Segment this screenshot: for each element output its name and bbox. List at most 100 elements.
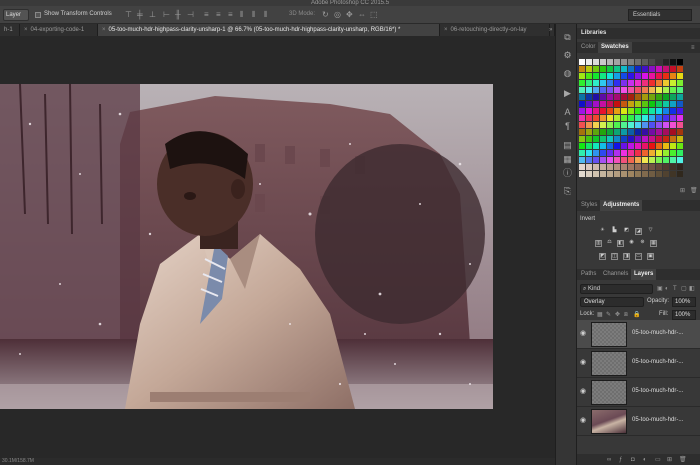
swatch[interactable] <box>642 143 648 149</box>
swatch[interactable] <box>607 129 613 135</box>
swatch[interactable] <box>663 101 669 107</box>
swatch[interactable] <box>649 171 655 177</box>
distribute-left-icon[interactable]: ⦀ <box>240 11 248 19</box>
swatch[interactable] <box>635 157 641 163</box>
swatch[interactable] <box>600 80 606 86</box>
swatch[interactable] <box>600 157 606 163</box>
swatch[interactable] <box>614 157 620 163</box>
swatch[interactable] <box>649 157 655 163</box>
swatch[interactable] <box>579 157 585 163</box>
gradient-map-icon[interactable]: ▭ <box>635 253 642 260</box>
swatch[interactable] <box>670 80 676 86</box>
swatch[interactable] <box>621 150 627 156</box>
new-swatch-icon[interactable]: ⊞ <box>680 188 686 194</box>
swatch[interactable] <box>614 108 620 114</box>
swatch[interactable] <box>642 122 648 128</box>
swatch[interactable] <box>656 129 662 135</box>
swatch[interactable] <box>600 73 606 79</box>
swatch[interactable] <box>600 171 606 177</box>
swatch[interactable] <box>600 150 606 156</box>
swatch[interactable] <box>614 136 620 142</box>
swatch[interactable] <box>621 101 627 107</box>
lock-transparency-icon[interactable]: ▦ <box>597 312 603 318</box>
swatch[interactable] <box>628 122 634 128</box>
group-icon[interactable]: ▭ <box>655 457 661 463</box>
tool-presets-icon[interactable]: ▦ <box>563 155 572 164</box>
color-lookup-icon[interactable]: ▦ <box>650 240 657 247</box>
swatch[interactable] <box>656 73 662 79</box>
swatch[interactable] <box>621 143 627 149</box>
swatch[interactable] <box>586 150 592 156</box>
distribute-bottom-icon[interactable]: ≡ <box>228 11 236 19</box>
swatch[interactable] <box>670 101 676 107</box>
swatch[interactable] <box>593 115 599 121</box>
tab-swatches[interactable]: Swatches <box>598 42 632 53</box>
swatch[interactable] <box>649 101 655 107</box>
swatch[interactable] <box>607 157 613 163</box>
swatch[interactable] <box>635 108 641 114</box>
swatch[interactable] <box>663 108 669 114</box>
swatch[interactable] <box>579 143 585 149</box>
swatch[interactable] <box>642 157 648 163</box>
doc-tab-active[interactable]: × 05-too-much-hdr-highpass-clarity-unshar… <box>98 24 440 36</box>
swatch[interactable] <box>642 66 648 72</box>
swatch[interactable] <box>635 94 641 100</box>
swatch[interactable] <box>663 94 669 100</box>
swatch[interactable] <box>586 164 592 170</box>
swatch[interactable] <box>656 136 662 142</box>
tab-channels[interactable]: Channels <box>600 269 631 280</box>
swatch[interactable] <box>656 171 662 177</box>
swatch[interactable] <box>656 115 662 121</box>
swatch[interactable] <box>670 129 676 135</box>
workspace-dropdown[interactable]: Essentials <box>628 9 692 21</box>
swatch[interactable] <box>579 101 585 107</box>
swatch[interactable] <box>635 136 641 142</box>
swatch[interactable] <box>649 122 655 128</box>
swatch[interactable] <box>621 115 627 121</box>
swatch[interactable] <box>621 73 627 79</box>
channel-mixer-icon[interactable]: ⊛ <box>639 240 646 247</box>
swatch[interactable] <box>642 87 648 93</box>
tab-color[interactable]: Color <box>578 42 598 53</box>
swatch[interactable] <box>586 66 592 72</box>
swatch[interactable] <box>677 73 683 79</box>
3d-drag-icon[interactable]: ✥ <box>346 11 354 19</box>
swatch[interactable] <box>607 150 613 156</box>
swatch[interactable] <box>670 122 676 128</box>
exposure-icon[interactable]: ◪ <box>635 228 642 235</box>
swatch[interactable] <box>607 59 613 65</box>
swatch[interactable] <box>607 94 613 100</box>
swatch[interactable] <box>663 150 669 156</box>
swatch[interactable] <box>628 59 634 65</box>
swatch[interactable] <box>579 73 585 79</box>
swatch[interactable] <box>586 108 592 114</box>
swatch[interactable] <box>579 122 585 128</box>
swatch[interactable] <box>670 94 676 100</box>
show-transform-checkbox[interactable] <box>35 12 41 18</box>
swatch[interactable] <box>670 87 676 93</box>
swatch[interactable] <box>586 143 592 149</box>
swatch[interactable] <box>600 66 606 72</box>
swatch[interactable] <box>607 136 613 142</box>
swatch[interactable] <box>670 59 676 65</box>
swatch[interactable] <box>628 87 634 93</box>
trash-icon[interactable]: 🗑 <box>679 457 687 463</box>
history-icon[interactable]: ⧉ <box>563 33 572 42</box>
swatch[interactable] <box>579 94 585 100</box>
posterize-icon[interactable]: ◫ <box>611 253 618 260</box>
swatch[interactable] <box>663 115 669 121</box>
swatch[interactable] <box>656 94 662 100</box>
swatch[interactable] <box>614 59 620 65</box>
3d-slide-icon[interactable]: ⇔ <box>358 11 366 19</box>
swatch[interactable] <box>656 80 662 86</box>
layer-filter-dropdown[interactable]: ⌕ Kind <box>580 284 653 294</box>
opacity-field[interactable]: 100% <box>672 297 696 307</box>
levels-icon[interactable]: ▙ <box>611 228 618 235</box>
new-layer-icon[interactable]: ⊞ <box>667 457 673 463</box>
swatch[interactable] <box>656 59 662 65</box>
swatch[interactable] <box>586 136 592 142</box>
lock-all-icon[interactable]: 🔒 <box>633 312 640 318</box>
swatch[interactable] <box>607 87 613 93</box>
threshold-icon[interactable]: ◨ <box>623 253 630 260</box>
doc-tab[interactable]: h-1 <box>0 24 20 36</box>
